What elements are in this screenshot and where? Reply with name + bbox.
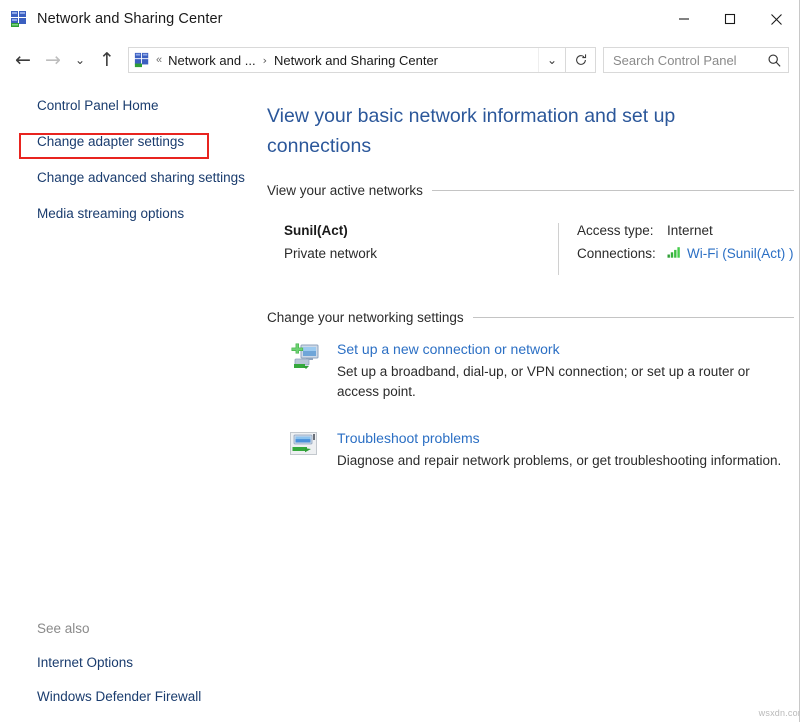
- main-pane: View your basic network information and …: [258, 81, 800, 722]
- breadcrumb-item-2[interactable]: Network and Sharing Center: [274, 53, 438, 68]
- wifi-signal-icon: [667, 246, 682, 261]
- network-sharing-center-window: Network and Sharing Center ← → ⌄ ↑ « Net…: [0, 0, 800, 722]
- refresh-button[interactable]: [566, 47, 596, 73]
- section-divider: [472, 317, 794, 318]
- breadcrumb-overflow[interactable]: «: [156, 54, 162, 66]
- chevron-down-icon: ⌄: [74, 53, 86, 67]
- search-box[interactable]: [603, 47, 789, 73]
- active-networks-section-header: View your active networks: [267, 183, 794, 198]
- content-area: Control Panel Home Change adapter settin…: [0, 81, 800, 722]
- access-type-row: Access type: Internet: [577, 223, 794, 238]
- breadcrumb-separator-icon: ›: [262, 53, 267, 67]
- troubleshoot-problems-description: Diagnose and repair network problems, or…: [337, 453, 782, 468]
- task-troubleshoot-problems[interactable]: Troubleshoot problems Diagnose and repai…: [267, 430, 794, 471]
- maximize-button[interactable]: [707, 0, 753, 38]
- sidebar: Control Panel Home Change adapter settin…: [0, 81, 258, 722]
- network-type: Private network: [284, 246, 378, 261]
- watermark: wsxdn.com: [758, 708, 800, 718]
- network-sharing-icon: [10, 10, 28, 28]
- sidebar-item-change-advanced-sharing-settings[interactable]: Change advanced sharing settings: [0, 169, 258, 187]
- sidebar-item-control-panel-home[interactable]: Control Panel Home: [0, 97, 258, 115]
- window-title: Network and Sharing Center: [37, 11, 223, 27]
- address-bar[interactable]: « Network and ... › Network and Sharing …: [128, 47, 566, 73]
- active-network-identity: Sunil(Act) Private network: [284, 223, 559, 275]
- forward-arrow-icon: →: [45, 48, 61, 71]
- address-dropdown-icon[interactable]: ⌄: [538, 48, 565, 72]
- task-setup-new-connection[interactable]: Set up a new connection or network Set u…: [267, 341, 794, 402]
- see-also-section: See also Internet Options Windows Defend…: [0, 621, 258, 704]
- back-button[interactable]: ←: [8, 45, 38, 75]
- close-button[interactable]: [753, 0, 799, 38]
- new-connection-icon: [289, 341, 325, 402]
- active-network-entry: Sunil(Act) Private network Access type: …: [267, 223, 794, 275]
- caption-buttons: [661, 0, 799, 38]
- setup-new-connection-description: Set up a broadband, dial-up, or VPN conn…: [337, 364, 750, 399]
- refresh-icon: [575, 54, 586, 65]
- networking-settings-section: Change your networking settings Set up a…: [267, 310, 794, 471]
- breadcrumb: « Network and ... › Network and Sharing …: [156, 53, 538, 68]
- search-input[interactable]: [604, 52, 760, 68]
- active-network-details: Access type: Internet Connections: Wi-Fi…: [559, 223, 794, 275]
- networking-settings-title: Change your networking settings: [267, 310, 464, 325]
- title-bar: Network and Sharing Center: [0, 0, 799, 39]
- troubleshoot-icon: [289, 430, 325, 471]
- forward-button[interactable]: →: [38, 45, 68, 75]
- up-button[interactable]: ↑: [92, 45, 122, 75]
- network-name: Sunil(Act): [284, 223, 348, 238]
- see-also-item-internet-options[interactable]: Internet Options: [37, 655, 258, 670]
- address-network-icon: [134, 52, 150, 68]
- wifi-connection-link[interactable]: Wi-Fi (Sunil(Act) ): [687, 246, 794, 261]
- back-arrow-icon: ←: [15, 48, 31, 71]
- task-body: Troubleshoot problems Diagnose and repai…: [325, 430, 794, 471]
- active-networks-title: View your active networks: [267, 183, 423, 198]
- page-title: View your basic network information and …: [267, 105, 676, 157]
- connections-row: Connections: Wi-Fi (Sunil(Act) ): [577, 246, 794, 261]
- connections-label: Connections:: [577, 246, 656, 261]
- networking-settings-section-header: Change your networking settings: [267, 310, 794, 325]
- breadcrumb-item-1[interactable]: Network and ...: [168, 53, 255, 68]
- setup-new-connection-link[interactable]: Set up a new connection or network: [337, 341, 560, 357]
- minimize-button[interactable]: [661, 0, 707, 38]
- search-icon[interactable]: [760, 53, 788, 68]
- access-type-value: Internet: [667, 223, 713, 238]
- section-divider: [431, 190, 794, 191]
- task-body: Set up a new connection or network Set u…: [325, 341, 794, 402]
- troubleshoot-problems-link[interactable]: Troubleshoot problems: [337, 430, 480, 446]
- sidebar-item-change-adapter-settings[interactable]: Change adapter settings: [0, 133, 258, 151]
- recent-locations-button[interactable]: ⌄: [68, 45, 92, 75]
- up-arrow-icon: ↑: [99, 48, 115, 71]
- access-type-label: Access type:: [577, 223, 654, 238]
- see-also-title: See also: [37, 621, 90, 636]
- sidebar-item-media-streaming-options[interactable]: Media streaming options: [0, 205, 258, 223]
- see-also-item-windows-defender-firewall[interactable]: Windows Defender Firewall: [37, 689, 258, 704]
- navigation-bar: ← → ⌄ ↑ « Network and ... › Network and …: [0, 39, 799, 81]
